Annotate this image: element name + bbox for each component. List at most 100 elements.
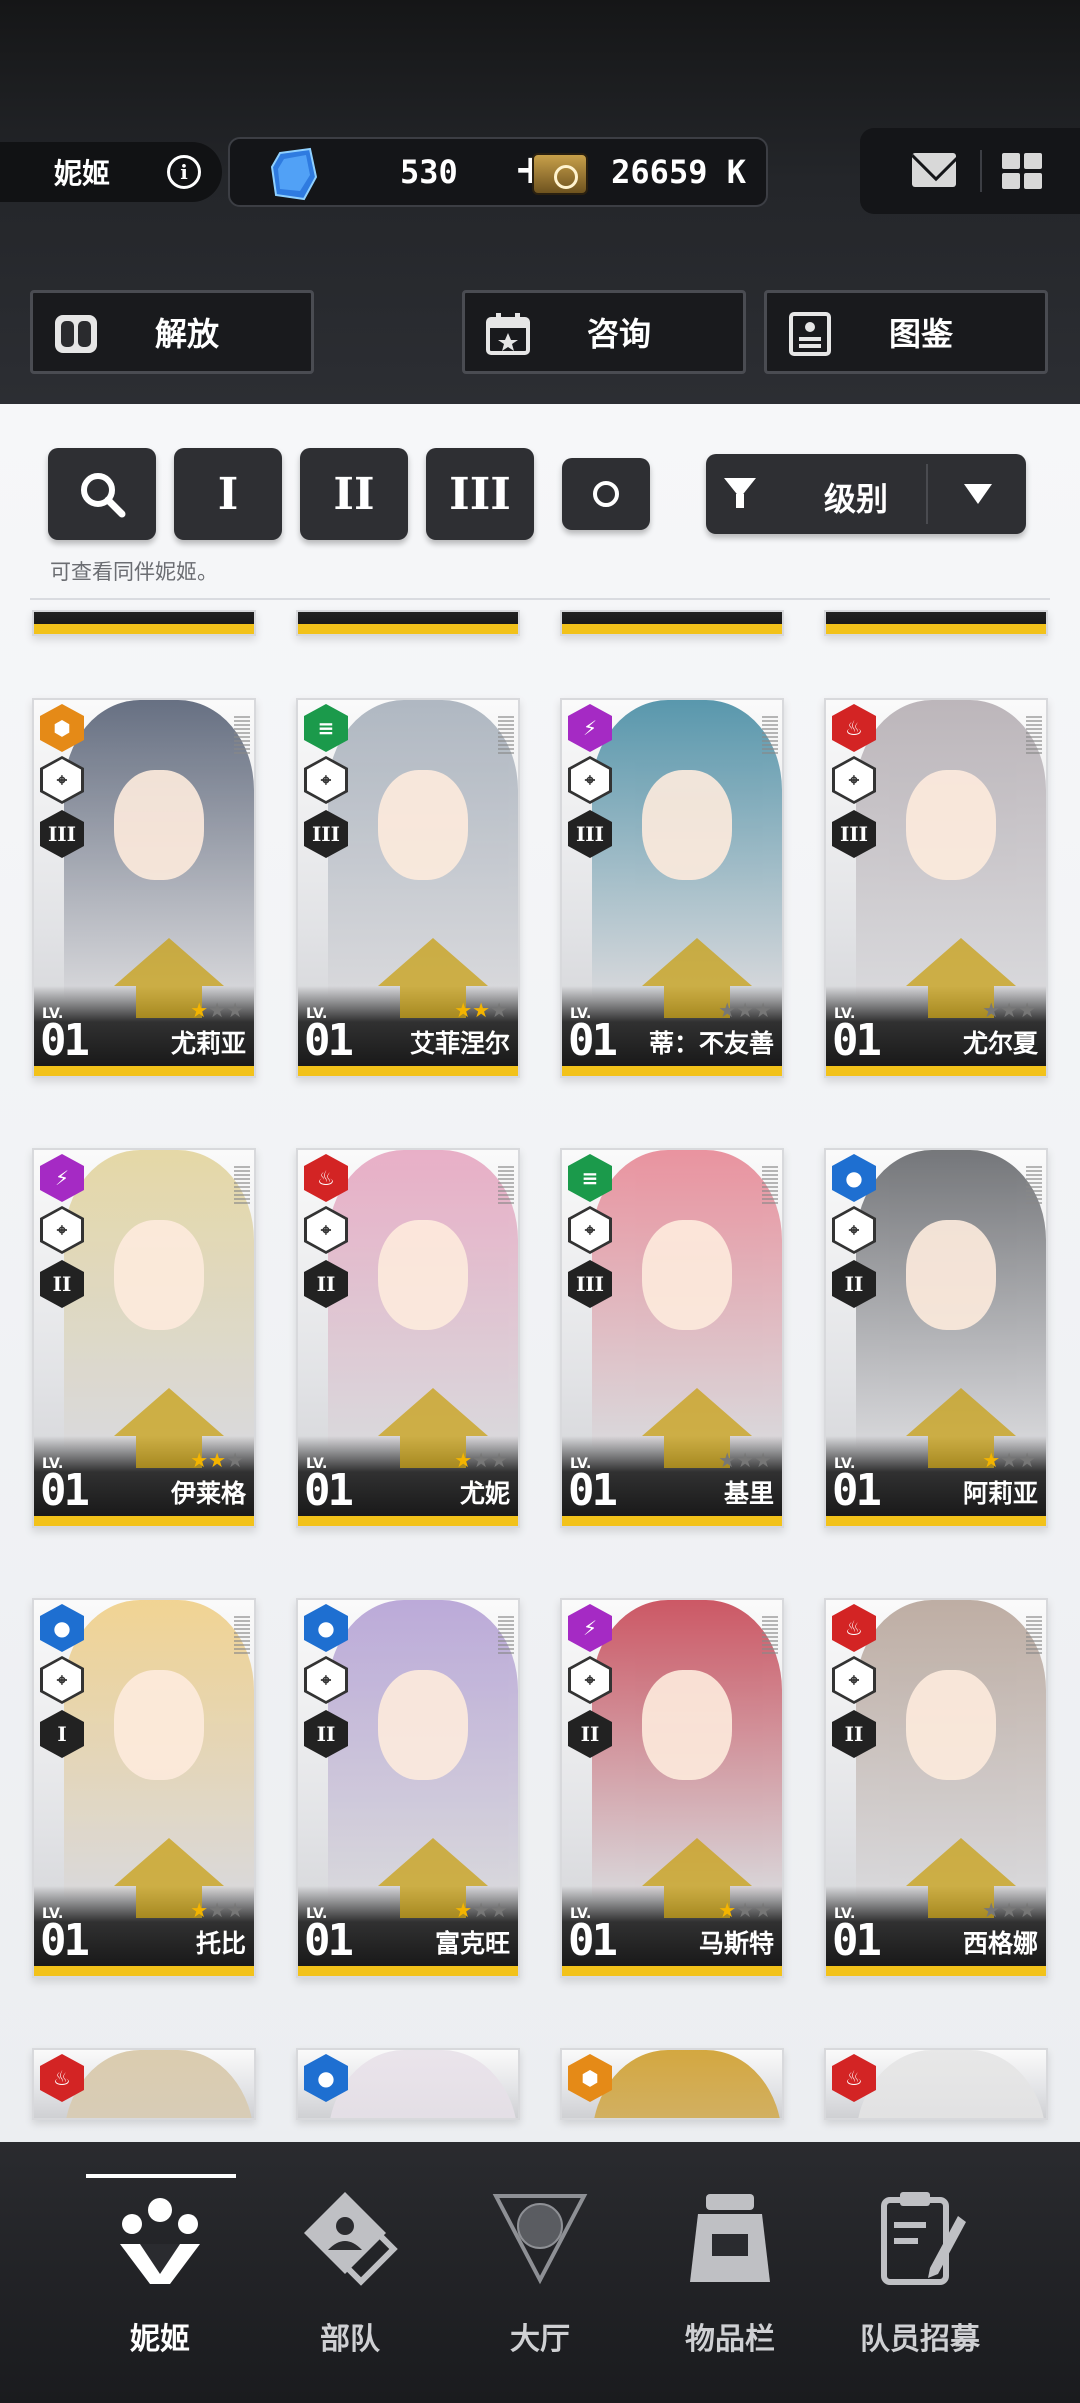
card-gold-bar bbox=[562, 1066, 782, 1076]
character-card-partial[interactable]: ♨ bbox=[32, 2048, 256, 2120]
character-card-partial[interactable]: ♨ bbox=[824, 2048, 1048, 2120]
card-gold-bar bbox=[298, 1516, 518, 1526]
star-rating: ★★★ bbox=[454, 998, 508, 1022]
character-card[interactable]: ≡ ⌖ III ★★★ LV. 01 基里 bbox=[560, 1148, 784, 1528]
search-button[interactable] bbox=[48, 448, 156, 540]
character-portrait bbox=[64, 2050, 254, 2118]
list-divider bbox=[30, 598, 1050, 600]
character-card-partial[interactable] bbox=[32, 610, 256, 636]
level-value: 01 bbox=[568, 1915, 618, 1966]
character-card[interactable]: ⬢ ⌖ III ★★★ LV. 01 尤莉亚 bbox=[32, 698, 256, 1078]
character-card[interactable]: ♨ ⌖ II ★★★ LV. 01 西格娜 bbox=[824, 1598, 1048, 1978]
filter-row: I II III 级别 bbox=[0, 448, 1080, 544]
character-card[interactable]: ⚡ ⌖ II ★★★ LV. 01 伊莱格 bbox=[32, 1148, 256, 1528]
menu-grid-icon[interactable] bbox=[1002, 153, 1042, 189]
active-tab-indicator bbox=[86, 2174, 236, 2178]
hint-text: 可查看同伴妮姬。 bbox=[50, 560, 218, 584]
codex-button[interactable]: 图鉴 bbox=[764, 290, 1048, 374]
nikke-list-panel: I II III 级别 可查看同伴妮姬。 ⬢ ⌖ III ★★★ LV. 01 尤莉亚 ≡ ⌖ I… bbox=[0, 404, 1080, 2142]
nav-nikke[interactable]: 妮姬 bbox=[70, 2188, 250, 2378]
level-value: 01 bbox=[304, 1915, 354, 1966]
sort-dropdown[interactable]: 级别 bbox=[706, 454, 1026, 534]
character-portrait bbox=[328, 2050, 518, 2118]
all-burst-filter[interactable] bbox=[562, 458, 650, 530]
nav-squad[interactable]: 部队 bbox=[260, 2188, 440, 2378]
character-card[interactable]: ⚡ ⌖ II ★★★ LV. 01 马斯特 bbox=[560, 1598, 784, 1978]
character-card[interactable]: ≡ ⌖ III ★★★ LV. 01 艾菲涅尔 bbox=[296, 698, 520, 1078]
character-name: 富克旺 bbox=[434, 1929, 510, 1958]
consult-button[interactable]: 咨询 bbox=[462, 290, 746, 374]
character-card-partial[interactable] bbox=[824, 610, 1048, 636]
barcode-decoration bbox=[762, 716, 778, 756]
star-rating: ★★★ bbox=[982, 998, 1036, 1022]
mail-icon[interactable] bbox=[912, 153, 956, 187]
character-portrait bbox=[592, 2050, 782, 2118]
character-card[interactable]: ⚡ ⌖ III ★★★ LV. 01 蒂：不友善 bbox=[560, 698, 784, 1078]
nav-recruit[interactable]: 队员招募 bbox=[830, 2188, 1010, 2378]
character-card-partial[interactable] bbox=[560, 610, 784, 636]
nav-recruit-label: 队员招募 bbox=[860, 2322, 980, 2357]
level-value: 01 bbox=[568, 1465, 618, 1516]
currency-bar: 530 + 26659 K bbox=[228, 137, 768, 207]
top-right-actions bbox=[860, 128, 1080, 214]
squad-icon bbox=[303, 2191, 398, 2286]
gem-count: 530 bbox=[400, 153, 458, 191]
character-card[interactable]: ● ⌖ I ★★★ LV. 01 托比 bbox=[32, 1598, 256, 1978]
card-gold-bar bbox=[298, 1966, 518, 1976]
release-button[interactable]: 解放 bbox=[30, 290, 314, 374]
burst-filter-2[interactable]: II bbox=[300, 448, 408, 540]
character-card[interactable]: ♨ ⌖ II ★★★ LV. 01 尤妮 bbox=[296, 1148, 520, 1528]
lobby-icon bbox=[492, 2194, 588, 2285]
gem-icon bbox=[270, 147, 318, 201]
character-portrait bbox=[856, 2050, 1046, 2118]
star-rating: ★★★ bbox=[454, 1448, 508, 1472]
level-value: 01 bbox=[832, 1015, 882, 1066]
chevron-down-icon bbox=[964, 484, 992, 504]
star-rating: ★★★ bbox=[454, 1898, 508, 1922]
character-name: 尤尔夏 bbox=[962, 1029, 1038, 1058]
burst-filter-3[interactable]: III bbox=[426, 448, 534, 540]
recruit-icon bbox=[881, 2192, 966, 2285]
barcode-decoration bbox=[498, 716, 514, 756]
barcode-decoration bbox=[762, 1616, 778, 1656]
character-card[interactable]: ● ⌖ II ★★★ LV. 01 阿莉亚 bbox=[824, 1148, 1048, 1528]
card-gold-bar bbox=[34, 1966, 254, 1976]
burst-filter-1[interactable]: I bbox=[174, 448, 282, 540]
character-name: 托比 bbox=[195, 1929, 246, 1958]
divider bbox=[980, 150, 982, 192]
card-gold-bar bbox=[826, 1516, 1046, 1526]
character-card[interactable]: ♨ ⌖ III ★★★ LV. 01 尤尔夏 bbox=[824, 698, 1048, 1078]
sort-label: 级别 bbox=[823, 480, 888, 518]
barcode-decoration bbox=[1026, 716, 1042, 756]
nav-squad-label: 部队 bbox=[320, 2322, 380, 2357]
character-card[interactable]: ● ⌖ II ★★★ LV. 01 富克旺 bbox=[296, 1598, 520, 1978]
nav-nikke-label: 妮姬 bbox=[130, 2322, 190, 2357]
barcode-decoration bbox=[1026, 1616, 1042, 1656]
character-name: 阿莉亚 bbox=[962, 1479, 1038, 1508]
barcode-decoration bbox=[234, 716, 250, 756]
star-rating: ★★★ bbox=[190, 1448, 244, 1472]
level-value: 01 bbox=[832, 1465, 882, 1516]
barcode-decoration bbox=[1026, 1166, 1042, 1206]
card-gold-bar bbox=[562, 1516, 782, 1526]
character-name: 马斯特 bbox=[698, 1929, 774, 1958]
credit-icon bbox=[532, 153, 588, 195]
circle-icon bbox=[593, 481, 619, 507]
character-card-partial[interactable]: ● bbox=[296, 2048, 520, 2120]
barcode-decoration bbox=[762, 1166, 778, 1206]
level-value: 01 bbox=[304, 1465, 354, 1516]
nav-inventory[interactable]: 物品栏 bbox=[640, 2188, 820, 2378]
level-value: 01 bbox=[832, 1915, 882, 1966]
star-rating: ★★★ bbox=[718, 1898, 772, 1922]
character-name: 伊莱格 bbox=[170, 1479, 246, 1508]
page-title-label: 妮姬 bbox=[54, 157, 111, 190]
card-gold-bar bbox=[826, 1066, 1046, 1076]
info-icon[interactable]: i bbox=[167, 155, 201, 189]
card-gold-bar bbox=[34, 1066, 254, 1076]
card-gold-bar bbox=[826, 1966, 1046, 1976]
level-value: 01 bbox=[568, 1015, 618, 1066]
character-card-partial[interactable] bbox=[296, 610, 520, 636]
star-rating: ★★★ bbox=[190, 1898, 244, 1922]
character-card-partial[interactable]: ⬢ bbox=[560, 2048, 784, 2120]
nav-lobby[interactable]: 大厅 bbox=[450, 2188, 630, 2378]
